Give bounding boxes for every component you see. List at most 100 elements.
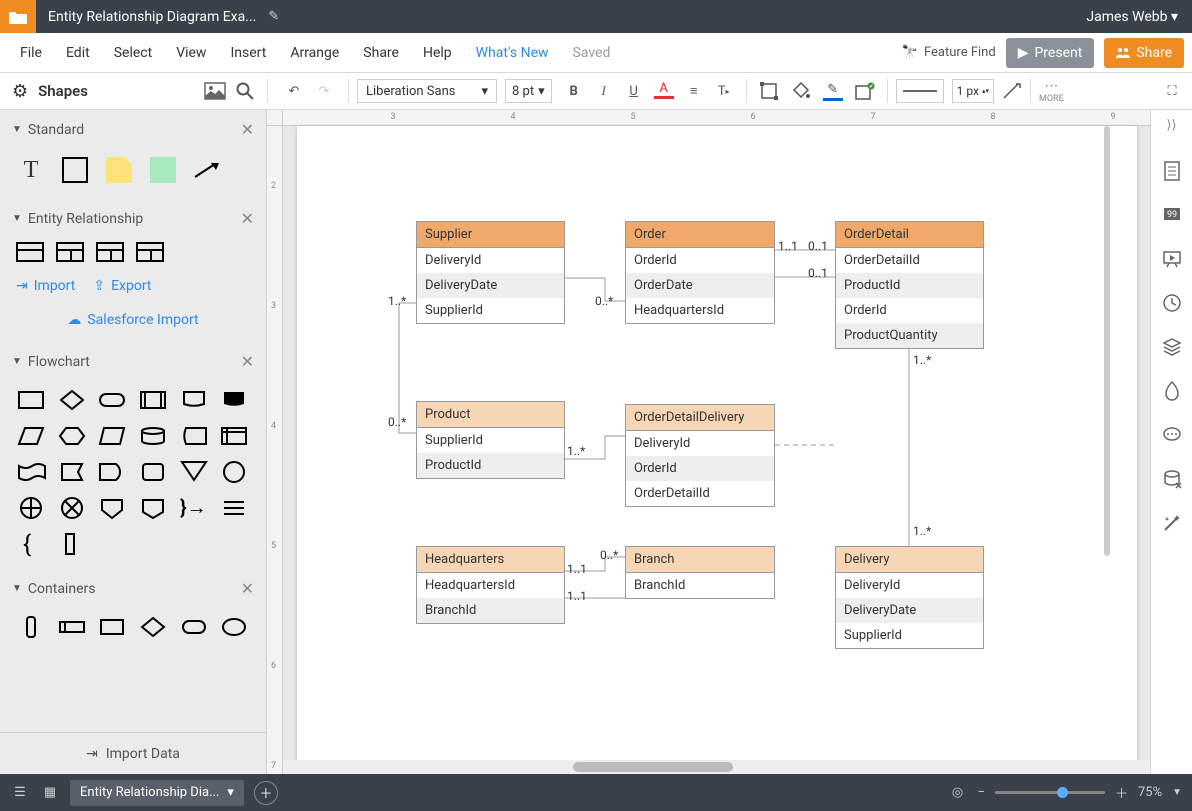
line-style-select[interactable] — [896, 79, 944, 103]
user-menu[interactable]: James Webb ▾ — [1072, 9, 1192, 25]
edit-title-icon[interactable]: ✎ — [268, 9, 279, 24]
collapse-rail-icon[interactable]: ⟩⟩ — [1166, 118, 1176, 138]
fc-shape[interactable] — [138, 387, 168, 413]
rail-present-icon[interactable] — [1161, 248, 1183, 270]
entity-field[interactable]: DeliveryId — [836, 573, 983, 598]
fc-shape[interactable] — [179, 387, 209, 413]
menu-arrange[interactable]: Arrange — [278, 45, 351, 61]
bold-icon[interactable]: B — [564, 81, 584, 101]
entity-field[interactable]: SupplierId — [836, 623, 983, 648]
entity-orderdetaildelivery[interactable]: OrderDetailDelivery DeliveryId OrderId O… — [625, 404, 775, 507]
entity-field[interactable]: OrderId — [626, 248, 774, 273]
page-tab[interactable]: Entity Relationship Dia...▾ — [70, 780, 244, 806]
entity-field[interactable]: HeadquartersId — [417, 573, 564, 598]
import-data-button[interactable]: ⇥ Import Data — [0, 732, 266, 774]
import-link[interactable]: ⇥ Import — [16, 278, 75, 294]
zoom-in-button[interactable]: ＋ — [1115, 783, 1128, 802]
close-icon[interactable]: ✕ — [241, 209, 254, 228]
font-select[interactable]: Liberation Sans▾ — [357, 79, 497, 103]
entity-field[interactable]: DeliveryDate — [417, 273, 564, 298]
fc-shape[interactable] — [16, 387, 46, 413]
entity-field[interactable]: SupplierId — [417, 298, 564, 323]
shape-block[interactable] — [148, 155, 178, 185]
container-shape[interactable] — [16, 614, 46, 640]
entity-product[interactable]: Product SupplierId ProductId — [416, 401, 565, 479]
menu-view[interactable]: View — [164, 45, 218, 61]
entity-headquarters[interactable]: Headquarters HeadquartersId BranchId — [416, 546, 565, 624]
align-icon[interactable]: ≡ — [684, 81, 704, 101]
rail-layers-icon[interactable] — [1161, 336, 1183, 358]
entity-header[interactable]: Supplier — [417, 222, 564, 248]
entity-header[interactable]: Order — [626, 222, 774, 248]
fc-shape[interactable] — [219, 423, 249, 449]
container-shape[interactable] — [138, 614, 168, 640]
er-shape-4[interactable] — [136, 242, 164, 262]
menu-help[interactable]: Help — [411, 45, 464, 61]
fc-shape[interactable] — [16, 495, 46, 521]
vertical-scrollbar[interactable] — [1104, 126, 1110, 556]
fullscreen-icon[interactable]: ⛶ — [1162, 81, 1182, 101]
entity-delivery[interactable]: Delivery DeliveryId DeliveryDate Supplie… — [835, 546, 984, 649]
shape-text[interactable]: T — [16, 155, 46, 185]
panel-flowchart[interactable]: ▼Flowchart✕ — [0, 342, 266, 381]
menu-file[interactable]: File — [8, 45, 54, 61]
fc-shape[interactable] — [219, 459, 249, 485]
text-options-icon[interactable]: T▸ — [714, 81, 734, 101]
shape-bounds-icon[interactable] — [759, 81, 779, 101]
fc-shape[interactable] — [16, 459, 46, 485]
entity-field[interactable]: ProductId — [836, 273, 983, 298]
zoom-slider[interactable] — [995, 791, 1105, 794]
rail-magic-icon[interactable] — [1161, 512, 1183, 534]
menu-select[interactable]: Select — [102, 45, 164, 61]
italic-icon[interactable]: I — [594, 81, 614, 101]
entity-header[interactable]: Headquarters — [417, 547, 564, 573]
fc-shape[interactable] — [97, 423, 127, 449]
fc-shape[interactable] — [97, 387, 127, 413]
horizontal-scrollbar[interactable] — [283, 760, 1150, 774]
grid-view-icon[interactable]: ▦ — [40, 783, 60, 803]
fc-shape[interactable] — [57, 531, 87, 557]
container-shape[interactable] — [57, 614, 87, 640]
er-shape-2[interactable] — [56, 242, 84, 262]
fc-shape[interactable] — [138, 459, 168, 485]
entity-field[interactable]: DeliveryId — [626, 431, 774, 456]
fc-shape[interactable] — [57, 387, 87, 413]
entity-branch[interactable]: Branch BranchId — [625, 546, 775, 599]
undo-icon[interactable]: ↶ — [284, 81, 304, 101]
font-size-select[interactable]: 8 pt▾ — [505, 79, 552, 103]
rail-theme-icon[interactable] — [1161, 380, 1183, 402]
fc-shape[interactable] — [57, 495, 87, 521]
panel-standard[interactable]: ▼Standard✕ — [0, 110, 266, 149]
app-folder-icon[interactable] — [0, 0, 36, 33]
fc-shape[interactable] — [219, 387, 249, 413]
entity-field[interactable]: OrderId — [626, 456, 774, 481]
fc-shape[interactable] — [97, 495, 127, 521]
more-button[interactable]: ⋯MORE — [1039, 78, 1064, 104]
salesforce-import-link[interactable]: ☁ Salesforce Import — [16, 312, 250, 328]
entity-field[interactable]: ProductQuantity — [836, 323, 983, 348]
close-icon[interactable]: ✕ — [241, 579, 254, 598]
container-shape[interactable] — [179, 614, 209, 640]
er-shape-1[interactable] — [16, 242, 44, 262]
sync-icon[interactable]: ◎ — [948, 783, 968, 803]
shape-rect[interactable] — [60, 155, 90, 185]
present-button[interactable]: ▶ Present — [1006, 38, 1095, 68]
entity-field[interactable]: BranchId — [417, 598, 564, 623]
rail-data-icon[interactable] — [1161, 468, 1183, 490]
page[interactable]: Supplier DeliveryId DeliveryDate Supplie… — [297, 126, 1137, 766]
entity-orderdetail[interactable]: OrderDetail OrderDetailId ProductId Orde… — [835, 221, 984, 349]
feature-find[interactable]: 🔭 Feature Find — [902, 45, 996, 60]
entity-supplier[interactable]: Supplier DeliveryId DeliveryDate Supplie… — [416, 221, 565, 324]
entity-field[interactable]: SupplierId — [417, 428, 564, 453]
rail-comment-icon[interactable]: 99 — [1161, 204, 1183, 226]
fc-shape[interactable] — [179, 423, 209, 449]
fc-shape[interactable] — [57, 423, 87, 449]
entity-field[interactable]: OrderDetailId — [836, 248, 983, 273]
entity-field[interactable]: ProductId — [417, 453, 564, 478]
panel-containers[interactable]: ▼Containers✕ — [0, 569, 266, 608]
shape-note[interactable] — [104, 155, 134, 185]
fill-icon[interactable] — [791, 81, 811, 101]
zoom-out-button[interactable]: − — [978, 785, 985, 800]
entity-field[interactable]: DeliveryId — [417, 248, 564, 273]
close-icon[interactable]: ✕ — [241, 120, 254, 139]
